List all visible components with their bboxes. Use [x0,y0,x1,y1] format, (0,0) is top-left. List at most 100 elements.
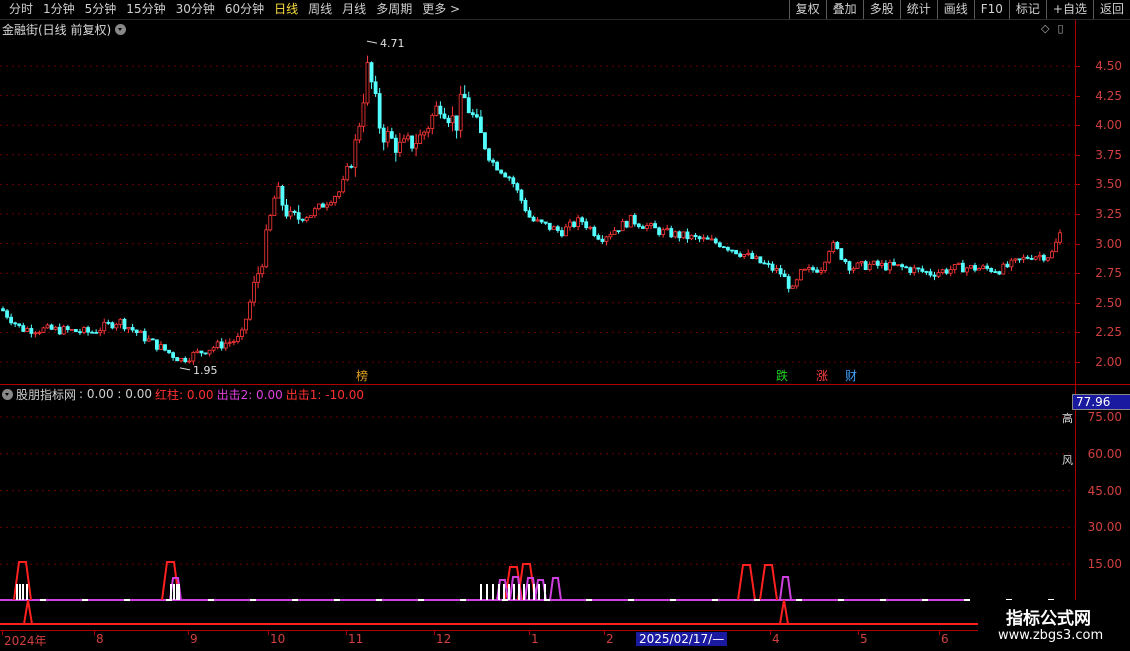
candle-body [179,357,184,362]
baseline-dash [586,599,592,601]
indicator-dropdown-icon[interactable] [2,388,13,400]
candle-body [981,265,985,269]
candle-body [389,131,394,139]
candle-body [511,177,516,185]
candle-body [381,127,386,143]
candlestick-chart[interactable]: 4.71 1.95 榜 跌 涨 财 [0,38,1076,384]
candle-body [430,114,435,129]
indicator-bar [486,584,488,600]
candle-body [5,310,9,318]
candle-body [969,265,973,269]
indicator-bar [498,584,500,600]
event-marker: 跌 [776,368,788,383]
low-label: 1.95 [193,364,218,377]
candle-body [462,93,467,99]
indicator-side-icon: 高 [1062,412,1073,425]
tab-15min[interactable]: 15分钟 [121,0,170,19]
candle-body [701,237,706,240]
tab-multi-period[interactable]: 多周期 [371,0,417,19]
indicator-name[interactable]: 股朋指标网 [16,386,76,403]
dropdown-icon[interactable] [115,23,127,35]
date-tick [434,631,435,635]
tab-1min[interactable]: 1分钟 [38,0,80,19]
baseline-dash [670,599,676,601]
candle-body [272,197,277,216]
low-pointer [179,367,191,371]
candle-body [616,230,621,233]
candle-body [426,128,431,133]
candle-body [284,204,289,217]
statistics-button[interactable]: 统计 [899,0,937,19]
window-icon[interactable]: ▯ [1057,23,1063,35]
candle-body [21,325,26,332]
candle-body [555,226,560,231]
tab-daily[interactable]: 日线 [269,0,303,19]
candle-body [867,263,872,271]
restore-rights-button[interactable]: 复权 [788,0,826,19]
high-label: 4.71 [380,38,405,50]
tab-60min[interactable]: 60分钟 [220,0,269,19]
multi-stock-button[interactable]: 多股 [862,0,900,19]
candle-body [564,226,568,237]
date-label: 10 [270,632,286,646]
chart-title-row: 金融街(日线 前复权) [2,21,127,38]
candle-body [636,223,641,228]
tab-fenshi[interactable]: 分时 [4,0,38,19]
candle-body [1005,263,1010,268]
candle-body [794,279,799,287]
price-label: 3.25 [1095,207,1122,221]
candle-body [260,266,265,275]
indicator-bar [480,584,482,600]
date-label: 8 [96,632,104,646]
tab-5min[interactable]: 5分钟 [80,0,122,19]
candle-body [600,238,605,242]
candle-body [292,210,297,213]
draw-line-button[interactable]: 画线 [936,0,974,19]
tab-weekly[interactable]: 周线 [303,0,337,19]
candle-body [713,238,718,244]
indicator-bar [523,584,525,600]
price-label: 2.50 [1095,295,1122,310]
candle-body [353,139,358,168]
candle-body [478,116,483,134]
chart-corner-icons: ◇ ▯ [1041,23,1064,35]
date-tick [268,631,269,635]
candle-body [641,226,645,229]
price-label: 3.00 [1095,236,1122,251]
candle-body [790,285,795,289]
back-button[interactable]: 返回 [1092,0,1130,19]
candle-body [786,276,791,289]
add-watchlist-button[interactable]: +自选 [1045,0,1093,19]
candle-body [778,268,783,275]
tab-monthly[interactable]: 月线 [337,0,371,19]
candle-body [965,267,969,273]
indicator-bar [528,584,530,600]
candle-body [1058,232,1062,243]
chuji1-value: 出击1: -10.00 [285,387,364,402]
indicator-axis: 75.00 60.00 45.00 30.00 15.00 77.96 高风 [1062,394,1130,630]
stock-title[interactable]: 金融街(日线 前复权) [2,21,111,38]
overlay-button[interactable]: 叠加 [825,0,863,19]
candle-body [782,273,787,278]
date-label: 2 [606,632,614,646]
price-label: 3.50 [1095,177,1122,192]
candle-body [539,219,544,223]
indicator-chart[interactable] [0,402,1076,630]
tab-more[interactable]: 更多 > [417,0,465,19]
baseline-dash [418,599,424,601]
date-tick [94,631,95,635]
period-tabs: 分时 1分钟 5分钟 15分钟 30分钟 60分钟 日线 周线 月线 多周期 更… [4,0,465,19]
candle-body [596,235,601,240]
diamond-icon[interactable]: ◇ [1041,23,1049,35]
candle-body [746,252,751,255]
hongzhu-spike [737,564,756,601]
candle-body [312,208,317,217]
f10-button[interactable]: F10 [973,0,1009,19]
mark-button[interactable]: 标记 [1008,0,1046,19]
tab-30min[interactable]: 30分钟 [171,0,220,19]
candle-body [276,185,281,199]
candle-body [859,261,864,264]
baseline-dash [334,599,340,601]
candle-body [608,234,613,238]
candle-body [329,202,333,206]
